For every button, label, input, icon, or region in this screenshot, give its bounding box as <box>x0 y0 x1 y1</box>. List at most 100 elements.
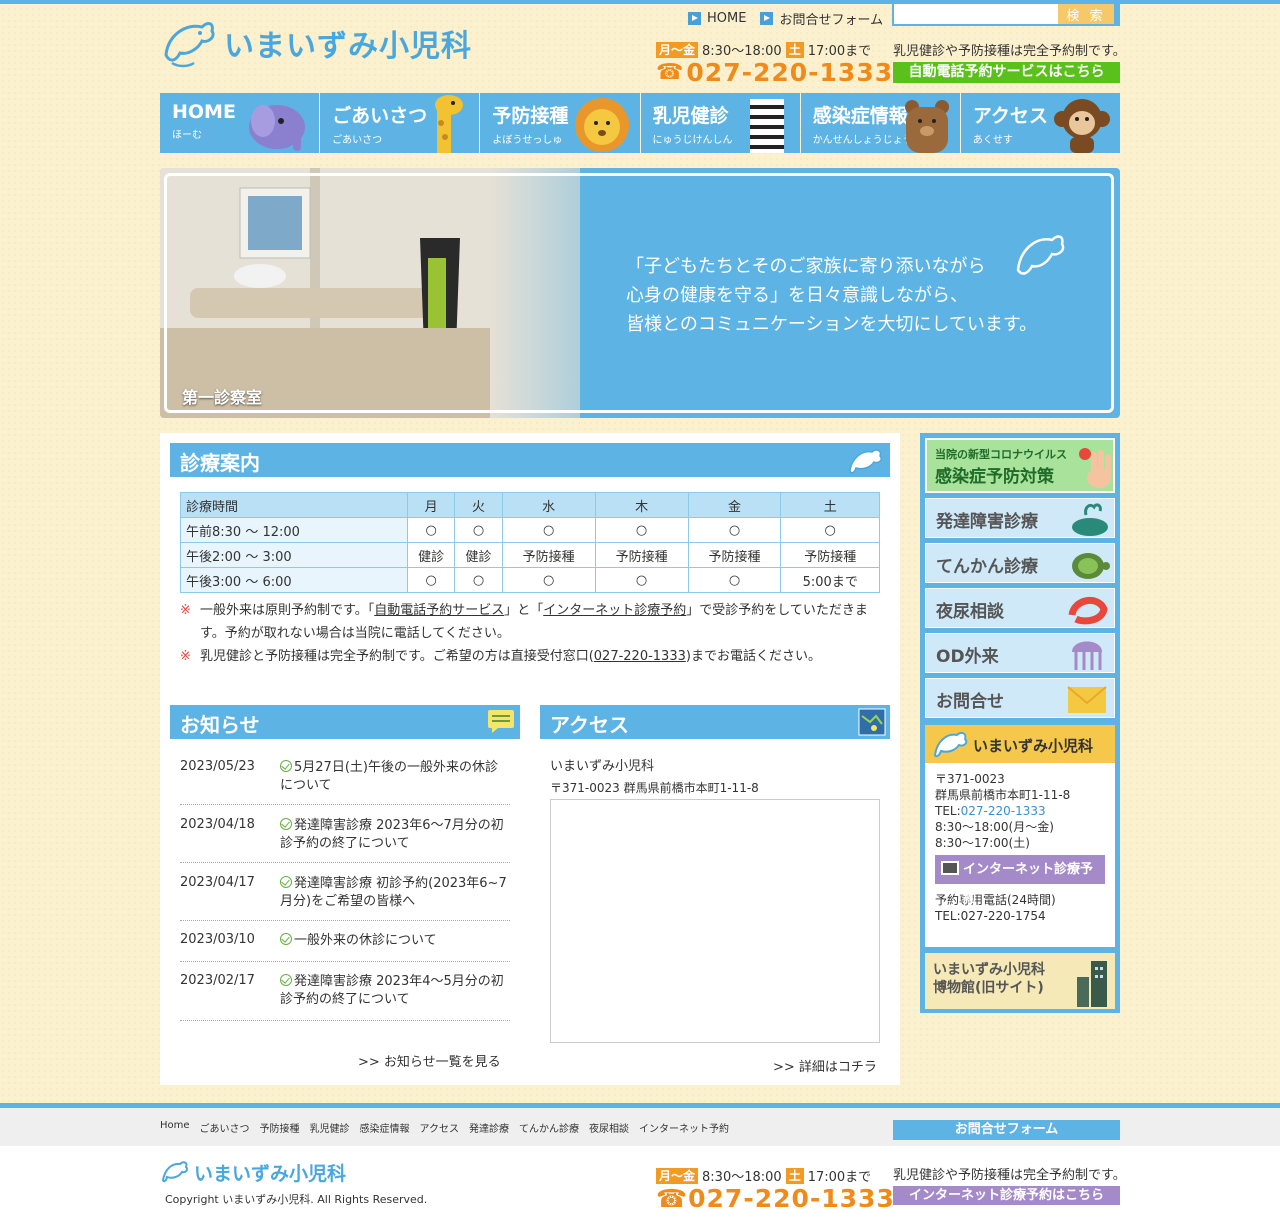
map-embed[interactable] <box>550 799 880 1043</box>
footer-internet-reservation-button[interactable]: インターネット診療予約はこちら <box>893 1186 1120 1205</box>
note-text-part: )までお電話ください。 <box>685 649 821 664</box>
telephone-icon: ☎ <box>656 60 685 85</box>
schedule-cell: 予防接種 <box>594 542 689 568</box>
internet-reservation-button[interactable]: インターネット診療予約 <box>935 855 1105 906</box>
giraffe-icon <box>435 95 464 153</box>
schedule-cell: ○ <box>501 517 596 543</box>
header-notice: 乳児健診や予防接種は完全予約制です。 <box>893 44 1126 59</box>
schedule-cell: ○ <box>687 517 782 543</box>
search-input[interactable] <box>894 4 1058 24</box>
schedule-col-header: 金 <box>687 492 782 518</box>
site-logo[interactable]: いまいずみ小児科 <box>158 12 498 74</box>
news-more-link[interactable]: >> お知らせ一覧を見る <box>358 1051 501 1070</box>
news-item[interactable]: 2023/04/17 発達障害診療 初診予約(2023年6~7月分)をご希望の皆… <box>180 875 510 921</box>
schedule-cell: ○ <box>594 567 689 593</box>
schedule-note-2: ※ 乳児健診と予防接種は完全予約制です。ご希望の方は直接受付窓口(027-220… <box>180 645 880 668</box>
whale-icon <box>1072 503 1108 536</box>
nav-vaccination[interactable]: 予防接種 よぼうせっしゅ <box>480 93 640 153</box>
footer-link-vaccination[interactable]: 予防接種 <box>260 1120 300 1135</box>
sidebar-item-epilepsy[interactable]: てんかん診療 <box>925 543 1115 583</box>
envelope-icon <box>1067 686 1107 713</box>
schedule-col-header: 月 <box>406 492 456 518</box>
check-circle-icon <box>280 974 292 986</box>
dolphin-logo-icon <box>161 1161 189 1183</box>
schedule-cell: 予防接種 <box>780 542 880 568</box>
reserve-label: 予約専用電話(24時間) <box>935 893 1056 907</box>
schedule-title: 診療案内 <box>180 451 260 475</box>
footer-link-greeting[interactable]: ごあいさつ <box>200 1120 250 1135</box>
clinic-info-header: いまいずみ小児科 <box>925 725 1115 763</box>
autocall-button[interactable]: 自動電話予約サービスはこちら <box>893 62 1120 83</box>
speech-bubble-icon <box>488 710 514 733</box>
access-header: アクセス <box>540 705 890 739</box>
sidebar-item-bedwetting[interactable]: 夜尿相談 <box>925 588 1115 628</box>
news-item[interactable]: 2023/03/10 一般外来の休診について <box>180 932 510 962</box>
note-mark: ※ <box>180 603 191 618</box>
schedule-col-header: 木 <box>594 492 689 518</box>
nav-greeting[interactable]: ごあいさつ ごあいさつ <box>320 93 480 153</box>
header-contact-link[interactable]: お問合せフォーム <box>760 9 883 28</box>
corona-banner-big: 感染症予防対策 <box>935 467 1054 487</box>
news-item[interactable]: 2023/05/23 5月27日(土)午後の一般外来の休診について <box>180 759 510 805</box>
sidebar-item-contact[interactable]: お問合せ <box>925 678 1115 718</box>
hero-quote: 「子どもたちとそのご家族に寄り添いながら 心身の健康を守る」を日々意識しながら、… <box>626 252 1037 339</box>
schedule-cell: ○ <box>454 517 503 543</box>
museum-old-site-banner[interactable]: いまいずみ小児科 博物館(旧サイト) <box>925 953 1115 1009</box>
footer-link-internet-reservation[interactable]: インターネット予約 <box>639 1120 729 1135</box>
search-button[interactable]: 検 索 <box>1058 4 1114 24</box>
sidebar-item-developmental[interactable]: 発達障害診療 <box>925 498 1115 538</box>
footer-link-home[interactable]: Home <box>160 1120 190 1135</box>
header-home-link[interactable]: HOME <box>688 9 746 28</box>
access-more-label: 詳細はコチラ <box>798 1060 877 1075</box>
schedule-cell: ○ <box>594 517 689 543</box>
footer-logo[interactable]: いまいずみ小児科 <box>160 1158 346 1186</box>
saturday-badge: 土 <box>785 1167 804 1184</box>
news-item[interactable]: 2023/02/17 発達障害診療 2023年4〜5月分の初診予約の終了について <box>180 973 510 1021</box>
news-date: 2023/03/10 <box>180 932 255 947</box>
clinic-tel[interactable]: 027-220-1333 <box>961 804 1046 818</box>
phone-link[interactable]: 027-220-1333 <box>594 649 686 664</box>
news-date: 2023/02/17 <box>180 973 255 988</box>
footer-link-bedwetting[interactable]: 夜尿相談 <box>589 1120 629 1135</box>
news-date: 2023/04/18 <box>180 817 255 832</box>
table-row: 午前8:30 〜 12:00 ○ ○ ○ ○ ○ ○ <box>180 517 880 543</box>
footer-link-infant-checkup[interactable]: 乳児健診 <box>310 1120 350 1135</box>
sidebar-item-od-clinic[interactable]: OD外来 <box>925 633 1115 673</box>
schedule-cell: 予防接種 <box>687 542 782 568</box>
nav-infant-checkup[interactable]: 乳児健診 にゅうじけんしん <box>640 93 800 153</box>
schedule-col-header: 火 <box>454 492 503 518</box>
schedule-cell: ○ <box>454 567 503 593</box>
check-circle-icon <box>280 760 292 772</box>
shrimp-icon <box>1068 597 1108 625</box>
reserve-tel: TEL:027-220-1754 <box>935 909 1046 923</box>
note-mark: ※ <box>180 649 191 664</box>
note-text-part: 」と「 <box>504 603 544 618</box>
schedule-table: 診療時間 月 火 水 木 金 土 午前8:30 〜 12:00 ○ ○ ○ ○ … <box>180 492 880 593</box>
footer-link-epilepsy[interactable]: てんかん診療 <box>519 1120 579 1135</box>
nav-access[interactable]: アクセス あくせす <box>960 93 1121 153</box>
schedule-cell: 健診 <box>454 542 503 568</box>
clinic-info-box: いまいずみ小児科 〒371-0023 群馬県前橋市本町1-11-8 TEL:02… <box>925 725 1115 947</box>
corona-prevention-banner[interactable]: 当院の新型コロナウイルス 感染症予防対策 <box>925 438 1115 493</box>
access-more-link[interactable]: >> 詳細はコチラ <box>773 1056 877 1075</box>
note-text: 一般外来は原則予約制です。「自動電話予約サービス」と「インターネット診療予約」で… <box>200 599 880 645</box>
footer-hours: 月〜金 8:30〜18:00 土 17:00まで <box>656 1166 871 1185</box>
clinic-hours-weekday: 8:30〜18:00(月〜金) <box>935 820 1054 834</box>
autocall-link[interactable]: 自動電話予約サービス <box>374 603 504 618</box>
nav-infection-info[interactable]: 感染症情報 かんせんしょうじょうほう <box>800 93 960 153</box>
news-title-text: 5月27日(土)午後の一般外来の休診について <box>280 759 510 804</box>
schedule-cell: 5:00まで <box>780 567 880 593</box>
footer-link-access[interactable]: アクセス <box>420 1120 460 1135</box>
footer-link-developmental[interactable]: 発達診療 <box>469 1120 509 1135</box>
footer-link-infection-info[interactable]: 感染症情報 <box>360 1120 410 1135</box>
news-item-title: 発達障害診療 2023年4〜5月分の初診予約の終了について <box>280 974 504 1007</box>
footer-nav: Home ごあいさつ 予防接種 乳児健診 感染症情報 アクセス 発達診療 てんか… <box>0 1108 1280 1146</box>
zebra-icon <box>749 99 784 153</box>
news-title: お知らせ <box>180 713 260 737</box>
news-more-label: お知らせ一覧を見る <box>383 1055 501 1070</box>
footer-contact-button[interactable]: お問合せフォーム <box>893 1120 1120 1140</box>
internet-reservation-link[interactable]: インターネット診療予約 <box>543 603 686 618</box>
saturday-badge: 土 <box>785 41 804 58</box>
nav-home[interactable]: HOME ほーむ <box>160 93 320 153</box>
news-item[interactable]: 2023/04/18 発達障害診療 2023年6〜7月分の初診予約の終了について <box>180 817 510 863</box>
